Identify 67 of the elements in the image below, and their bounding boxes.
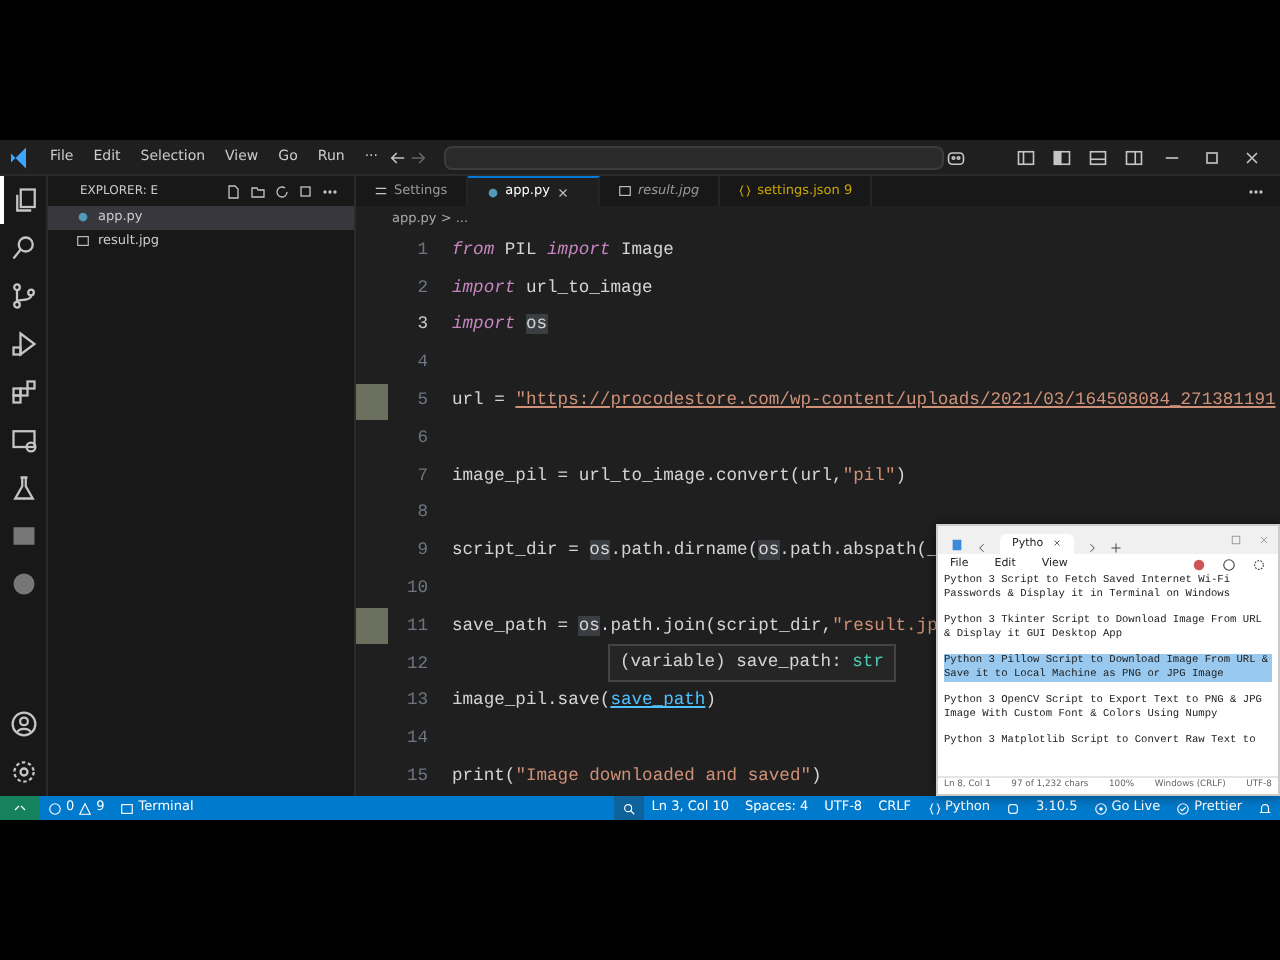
line-number: 4 — [417, 350, 428, 377]
search-icon — [10, 234, 38, 262]
python-file-icon — [76, 210, 90, 225]
terminal-icon — [120, 801, 135, 815]
line-number: 11 — [406, 613, 428, 640]
app-logo-icon — [8, 145, 32, 169]
broadcast-icon — [1093, 801, 1108, 815]
refresh-icon[interactable] — [274, 183, 290, 199]
code-line: image_pil.save(save_path) — [452, 688, 716, 715]
remote-icon — [12, 800, 28, 816]
line-number: 5 — [417, 387, 428, 414]
image-file-icon — [76, 234, 90, 249]
hover-tooltip: (variable) save_path: str — [608, 644, 896, 683]
status-item[interactable] — [613, 796, 644, 820]
settings-lines-icon — [374, 184, 388, 198]
collapse-icon[interactable] — [298, 183, 314, 199]
error-icon — [48, 801, 62, 815]
check-circle-icon — [1176, 801, 1191, 815]
line-number: 15 — [406, 763, 428, 790]
code-line: import url_to_image — [452, 275, 653, 302]
new-file-icon[interactable] — [226, 183, 242, 199]
code-line: image_pil = url_to_image.convert(url,"pil") — [452, 463, 907, 490]
sidebar-icon[interactable] — [1052, 147, 1072, 167]
code-line: save_path = os.path.join(script_dir,"result.jp — [452, 613, 938, 640]
split-icon[interactable] — [1124, 147, 1144, 167]
code-line: import os — [452, 312, 548, 339]
warning-icon — [78, 801, 93, 815]
back-arrow-icon[interactable] — [388, 147, 409, 167]
line-number: 7 — [417, 463, 428, 490]
code-line: from PIL import Image — [452, 237, 674, 264]
line-number: 12 — [406, 651, 428, 678]
branch-icon — [10, 282, 38, 310]
code-line: script_dir = os.path.dirname(os.path.abspath(_ — [452, 538, 938, 565]
braces-icon — [737, 184, 752, 198]
code-line: url = "https://procodestore.com/wp-content/uploads/2021/03/164508084_271381191 — [452, 387, 1276, 414]
close-icon[interactable] — [1051, 538, 1062, 549]
monitor-icon — [10, 426, 38, 454]
close-icon[interactable] — [1240, 147, 1264, 167]
panel-icon[interactable] — [1088, 147, 1108, 167]
command-search-field[interactable] — [444, 145, 945, 169]
code-line: print("Image downloaded and saved") — [452, 763, 822, 790]
maximize-icon[interactable] — [1200, 147, 1224, 167]
layout-icon[interactable] — [1016, 147, 1036, 167]
flask-icon — [10, 474, 38, 502]
line-number: 8 — [417, 500, 428, 527]
files-icon — [12, 186, 40, 214]
image-file-icon — [617, 184, 632, 198]
notepad-icon — [950, 536, 964, 554]
account-icon[interactable] — [1222, 557, 1236, 571]
line-number: 10 — [406, 575, 428, 602]
zoom-icon — [621, 801, 636, 815]
play-bug-icon — [10, 330, 38, 358]
line-number: 14 — [406, 726, 428, 753]
plus-icon[interactable] — [1109, 542, 1122, 554]
line-number: 3 — [417, 312, 428, 339]
line-number: 6 — [417, 425, 428, 452]
line-number: 9 — [417, 538, 428, 565]
line-number: 2 — [417, 275, 428, 302]
line-number: 1 — [417, 237, 428, 264]
python-file-icon — [485, 185, 500, 199]
line-number: 13 — [406, 688, 428, 715]
extensions-icon — [10, 378, 38, 406]
bell-icon — [1258, 801, 1272, 815]
new-folder-icon[interactable] — [250, 183, 266, 199]
settings-icon[interactable] — [1252, 557, 1266, 571]
braces-icon — [927, 801, 941, 815]
round-badge-icon — [10, 570, 38, 598]
